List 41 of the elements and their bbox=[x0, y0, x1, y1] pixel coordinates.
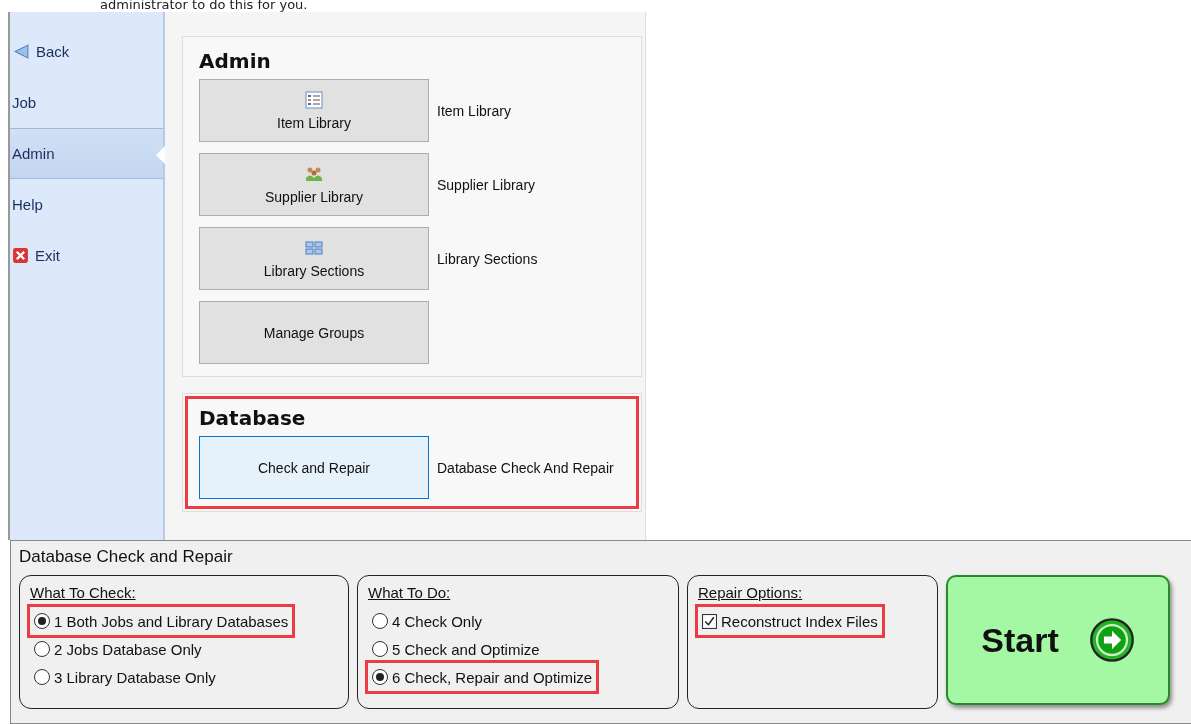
checkbox[interactable] bbox=[702, 613, 717, 629]
radio-option[interactable]: 5 Check and Optimize bbox=[368, 635, 544, 663]
radio-button[interactable] bbox=[34, 641, 50, 657]
radio-option[interactable]: 1 Both Jobs and Library Databases bbox=[30, 607, 293, 635]
radio-button[interactable] bbox=[372, 613, 388, 629]
sidebar-item[interactable]: Job bbox=[10, 77, 163, 128]
close-icon bbox=[12, 247, 29, 264]
list-icon bbox=[305, 90, 323, 109]
library-button[interactable]: Library Sections bbox=[199, 227, 429, 290]
radio-option[interactable]: 4 Check Only bbox=[368, 607, 487, 635]
library-button[interactable]: Item Library bbox=[199, 79, 429, 142]
radio-button[interactable] bbox=[34, 669, 50, 685]
group-title: What To Do: bbox=[368, 584, 452, 601]
panel-title: Database Check and Repair bbox=[19, 547, 234, 567]
start-button[interactable]: Start bbox=[946, 575, 1170, 705]
button-description: Item Library bbox=[437, 102, 511, 119]
group-title: What To Check: bbox=[30, 584, 137, 601]
instruction-text: administrator to do this for you. bbox=[99, 0, 309, 12]
grid-icon bbox=[305, 238, 323, 257]
button-description: Database Check And Repair bbox=[437, 459, 614, 476]
radio-button[interactable] bbox=[34, 613, 50, 629]
button-description: Supplier Library bbox=[437, 176, 536, 193]
checkbox-option[interactable]: Reconstruct Index Files bbox=[698, 607, 882, 635]
radio-button[interactable] bbox=[372, 641, 388, 657]
radio-option[interactable]: 2 Jobs Database Only bbox=[30, 635, 206, 663]
arrow-circle-icon bbox=[1088, 617, 1135, 663]
library-button[interactable]: Manage Groups bbox=[199, 301, 429, 364]
group-title: Repair Options: bbox=[698, 584, 804, 601]
back-arrow-icon bbox=[13, 43, 30, 60]
sidebar-item[interactable]: Admin bbox=[10, 128, 163, 179]
section-title: Database bbox=[199, 406, 307, 430]
sidebar-item[interactable]: Exit bbox=[10, 230, 163, 281]
sidebar-item[interactable]: Help bbox=[10, 179, 163, 230]
button-description: Library Sections bbox=[437, 250, 538, 267]
section-title: Admin bbox=[199, 49, 272, 73]
radio-option[interactable]: 6 Check, Repair and Optimize bbox=[368, 663, 597, 691]
radio-button[interactable] bbox=[372, 669, 388, 685]
library-button[interactable]: Check and Repair bbox=[199, 436, 429, 499]
sidebar-item[interactable]: Back bbox=[10, 26, 163, 77]
radio-option[interactable]: 3 Library Database Only bbox=[30, 663, 220, 691]
library-button[interactable]: Supplier Library bbox=[199, 153, 429, 216]
